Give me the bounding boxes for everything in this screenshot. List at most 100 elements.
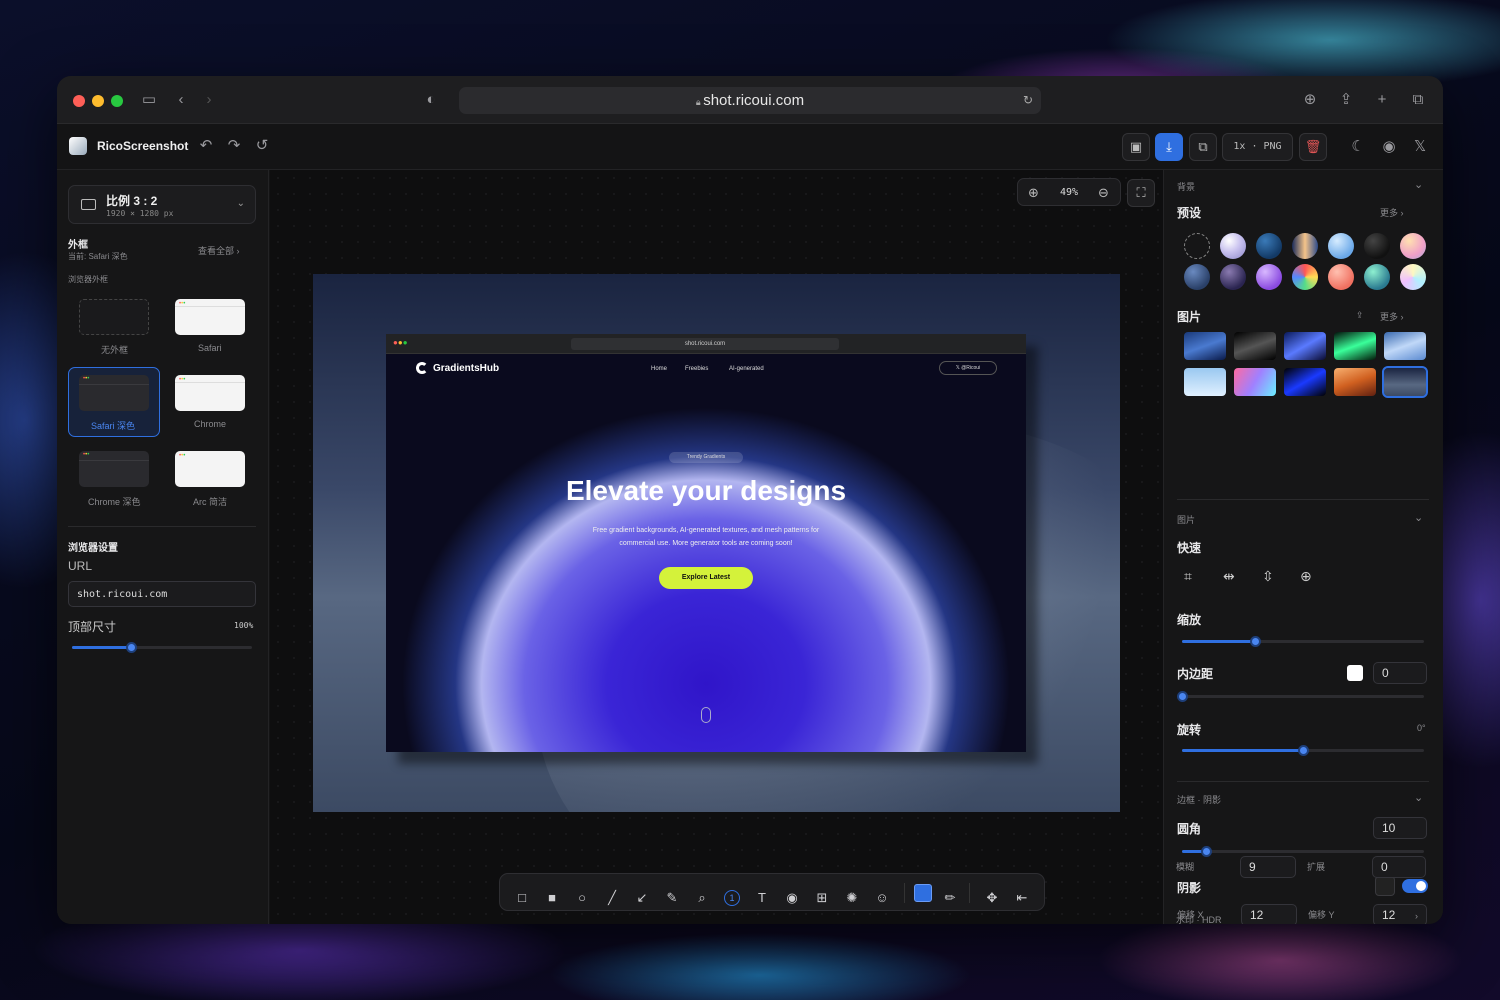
rotate-slider[interactable] bbox=[1182, 745, 1424, 756]
number-tool-icon[interactable]: 1 bbox=[724, 890, 740, 906]
color-picker-swatch[interactable] bbox=[914, 884, 932, 902]
background-image-thumb[interactable] bbox=[1284, 332, 1326, 360]
share-icon[interactable]: ⇪ bbox=[1336, 90, 1356, 110]
shadow-toggle[interactable] bbox=[1402, 879, 1428, 893]
line-tool-icon[interactable]: ╱ bbox=[602, 888, 622, 908]
x-icon[interactable]: 𝕏 bbox=[1410, 137, 1430, 157]
preset-swatch[interactable] bbox=[1256, 233, 1282, 259]
download-button[interactable]: ⤓ bbox=[1155, 133, 1183, 161]
reload-icon[interactable]: ↻ bbox=[1023, 87, 1033, 114]
github-icon[interactable]: ◉ bbox=[1379, 137, 1399, 157]
radius-slider[interactable] bbox=[1182, 846, 1424, 857]
background-image-thumb[interactable] bbox=[1384, 332, 1426, 360]
shadow-color-button[interactable] bbox=[1375, 876, 1395, 896]
delete-button[interactable]: 🗑︎ bbox=[1299, 133, 1327, 161]
frame-option-arc[interactable]: ••• bbox=[175, 451, 245, 487]
blur-tool-icon[interactable]: ◉ bbox=[782, 888, 802, 908]
center-icon[interactable]: ⊕ bbox=[1300, 568, 1312, 585]
redo-icon[interactable]: ↷ bbox=[224, 136, 244, 156]
background-image-thumb[interactable] bbox=[1382, 366, 1428, 398]
top-size-slider[interactable] bbox=[72, 642, 252, 653]
preset-swatch[interactable] bbox=[1364, 264, 1390, 290]
ellipse-tool-icon[interactable]: ○ bbox=[572, 888, 592, 908]
frame-option-none[interactable] bbox=[79, 299, 149, 335]
preset-swatch[interactable] bbox=[1400, 264, 1426, 290]
downloads-icon[interactable]: ⊕ bbox=[1300, 90, 1320, 110]
dark-mode-icon[interactable]: ☾ bbox=[1348, 137, 1368, 157]
preset-swatch[interactable] bbox=[1184, 264, 1210, 290]
collapse-toolbar-icon[interactable]: ⇤ bbox=[1012, 888, 1032, 908]
stroke-width-icon[interactable]: ✏ bbox=[940, 888, 960, 908]
flip-vertical-icon[interactable]: ⇳ bbox=[1262, 568, 1274, 585]
padding-color-swatch[interactable] bbox=[1347, 665, 1363, 681]
zoom-out-icon[interactable]: ⊖ bbox=[1098, 185, 1109, 201]
close-window-button[interactable] bbox=[73, 95, 85, 107]
undo-icon[interactable]: ↶ bbox=[196, 136, 216, 156]
preset-swatch[interactable] bbox=[1256, 264, 1282, 290]
url-input[interactable] bbox=[68, 581, 256, 607]
fullscreen-button[interactable]: ⛶ bbox=[1127, 179, 1155, 207]
tab-overview-icon[interactable]: ⧉ bbox=[1408, 90, 1428, 110]
address-bar[interactable]: 🔒︎ shot.ricoui.com ↻ bbox=[459, 87, 1041, 114]
image-settings-button[interactable]: ▣ bbox=[1122, 133, 1150, 161]
images-more-link[interactable]: 更多 › bbox=[1380, 310, 1404, 323]
background-image-thumb[interactable] bbox=[1334, 332, 1376, 360]
rectangle-tool-icon[interactable]: □ bbox=[512, 888, 532, 908]
frame-option-chrome-dark[interactable]: ••• bbox=[79, 451, 149, 487]
padding-slider[interactable] bbox=[1177, 691, 1424, 702]
arrow-tool-icon[interactable]: ↙ bbox=[632, 888, 652, 908]
reset-icon[interactable]: ↺ bbox=[252, 136, 272, 156]
chevron-down-icon[interactable]: ⌄ bbox=[1414, 791, 1423, 804]
pen-tool-icon[interactable]: ✎ bbox=[662, 888, 682, 908]
chevron-down-icon[interactable]: ⌄ bbox=[1414, 178, 1423, 191]
view-all-link[interactable]: 查看全部 › bbox=[198, 244, 240, 257]
new-tab-icon[interactable]: + bbox=[1372, 90, 1392, 110]
presets-more-link[interactable]: 更多 › bbox=[1380, 206, 1404, 219]
mosaic-tool-icon[interactable]: ⊞ bbox=[812, 888, 832, 908]
frame-option-safari[interactable]: ••• bbox=[175, 299, 245, 335]
blur-input[interactable] bbox=[1240, 856, 1296, 878]
maximize-window-button[interactable] bbox=[111, 95, 123, 107]
preset-swatch[interactable] bbox=[1328, 233, 1354, 259]
filled-rectangle-tool-icon[interactable]: ■ bbox=[542, 888, 562, 908]
background-image-thumb[interactable] bbox=[1284, 368, 1326, 396]
move-tool-icon[interactable]: ✥ bbox=[982, 888, 1002, 908]
background-image-thumb[interactable] bbox=[1234, 368, 1276, 396]
scale-format-select[interactable]: 1x · PNG bbox=[1222, 133, 1293, 161]
preset-none[interactable] bbox=[1184, 233, 1210, 259]
text-tool-icon[interactable]: T bbox=[752, 888, 772, 908]
copy-button[interactable]: ⧉ bbox=[1189, 133, 1217, 161]
scale-slider[interactable] bbox=[1182, 636, 1424, 647]
privacy-shield-icon[interactable]: ◐ bbox=[421, 90, 441, 110]
crop-icon[interactable]: ⌗ bbox=[1184, 568, 1192, 585]
preset-swatch[interactable] bbox=[1400, 233, 1426, 259]
preset-swatch[interactable] bbox=[1220, 264, 1246, 290]
emoji-tool-icon[interactable]: ☺ bbox=[872, 888, 892, 908]
background-image-thumb[interactable] bbox=[1184, 368, 1226, 396]
highlight-tool-icon[interactable]: ✺ bbox=[842, 888, 862, 908]
back-icon[interactable]: ‹ bbox=[171, 90, 191, 110]
forward-icon[interactable]: › bbox=[199, 90, 219, 110]
preset-swatch[interactable] bbox=[1292, 264, 1318, 290]
frame-option-chrome[interactable]: ••• bbox=[175, 375, 245, 411]
preset-swatch[interactable] bbox=[1328, 264, 1354, 290]
background-image-thumb[interactable] bbox=[1234, 332, 1276, 360]
sidebar-toggle-icon[interactable]: ▭ bbox=[139, 90, 159, 110]
flip-horizontal-icon[interactable]: ⇹ bbox=[1223, 568, 1235, 585]
upload-icon[interactable]: ⇪ bbox=[1356, 310, 1364, 321]
background-image-thumb[interactable] bbox=[1334, 368, 1376, 396]
magnifier-tool-icon[interactable]: ⌕ bbox=[692, 888, 712, 908]
minimize-window-button[interactable] bbox=[92, 95, 104, 107]
offset-y-input[interactable] bbox=[1373, 904, 1427, 924]
chevron-down-icon[interactable]: ⌄ bbox=[1414, 511, 1423, 524]
spread-input[interactable] bbox=[1372, 856, 1426, 878]
zoom-in-icon[interactable]: ⊕ bbox=[1028, 185, 1039, 201]
radius-input[interactable] bbox=[1373, 817, 1427, 839]
preset-swatch[interactable] bbox=[1292, 233, 1318, 259]
padding-input[interactable] bbox=[1373, 662, 1427, 684]
preset-swatch[interactable] bbox=[1364, 233, 1390, 259]
ratio-select[interactable]: 比例 3 : 2 1920 × 1280 px ⌄ bbox=[68, 185, 256, 224]
preset-swatch[interactable] bbox=[1220, 233, 1246, 259]
offset-x-input[interactable] bbox=[1241, 904, 1297, 924]
background-image-thumb[interactable] bbox=[1184, 332, 1226, 360]
